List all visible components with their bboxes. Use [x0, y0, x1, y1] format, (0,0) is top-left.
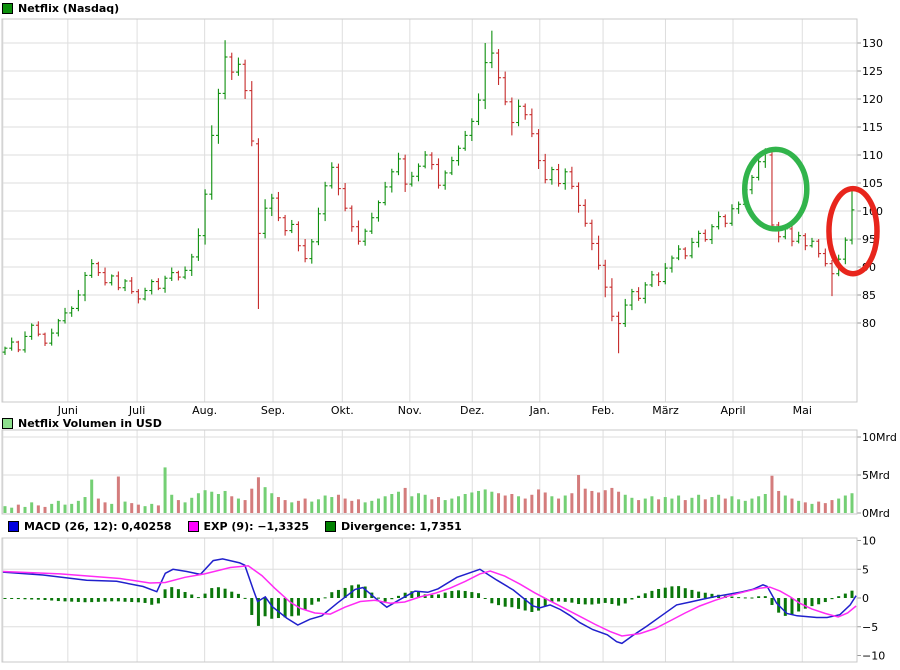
- price-panel-tick-label: 110: [862, 149, 883, 162]
- x-axis-month-labels: Juni Juli Aug. Sep. Okt. Nov. Dez. Jan. Feb. März…: [57, 404, 812, 417]
- price-panel-tick-label: 120: [862, 93, 883, 106]
- macd-legend: MACD (26, 12): 0,40258 EXP (9): −1,3325 …: [8, 520, 478, 533]
- macd-panel-tick-label: −10: [862, 650, 885, 663]
- month-label: Juli: [128, 404, 145, 417]
- chart-stage: 13012512011511010510095908580JuniJuliAug…: [0, 0, 900, 670]
- price-panel-tick-label: 105: [862, 177, 883, 190]
- month-label: Sep.: [261, 404, 285, 417]
- volume-panel-tick-label: 0Mrd: [862, 507, 890, 520]
- volume-panel: 10Mrd 5Mrd 0Mrd: [2, 430, 897, 520]
- macd-panel-tick-label: −5: [862, 621, 878, 634]
- macd-legend-item: MACD (26, 12): 0,40258: [8, 520, 172, 533]
- annotation-red-circle: [829, 189, 877, 274]
- month-label: Feb.: [592, 404, 615, 417]
- macd-series-swatch-icon: [8, 521, 19, 532]
- exp-value-label: EXP (9): −1,3325: [204, 520, 310, 533]
- volume-panel-y-axis: 10Mrd 5Mrd 0Mrd: [857, 431, 897, 520]
- month-label: Okt.: [331, 404, 354, 417]
- price-series-swatch-icon: [2, 3, 13, 14]
- macd-value-label: MACD (26, 12): 0,40258: [24, 520, 172, 533]
- price-panel-grid: [2, 19, 857, 402]
- month-label: Nov.: [398, 404, 422, 417]
- macd-panel: 10 5 0 −5 −10: [2, 535, 885, 663]
- volume-panel-grid: [2, 430, 857, 514]
- price-panel-tick-label: 125: [862, 65, 883, 78]
- divergence-series-swatch-icon: [325, 521, 336, 532]
- exp-series-swatch-icon: [188, 521, 199, 532]
- month-label: April: [720, 404, 745, 417]
- chart-svg: 13012512011511010510095908580JuniJuliAug…: [0, 0, 900, 670]
- divergence-legend-item: Divergence: 1,7351: [325, 520, 462, 533]
- volume-panel-tick-label: 10Mrd: [862, 431, 897, 444]
- macd-panel-y-axis: 10 5 0 −5 −10: [857, 535, 885, 663]
- chart-title: Netflix (Nasdaq): [18, 2, 119, 15]
- macd-panel-tick-label: 5: [862, 563, 869, 576]
- volume-bars-series: [4, 467, 854, 513]
- volume-legend-label: Netflix Volumen in USD: [18, 417, 162, 430]
- exp-legend-item: EXP (9): −1,3325: [188, 520, 310, 533]
- annotation-green-circle: [745, 149, 807, 229]
- month-label: März: [652, 404, 679, 417]
- price-panel-tick-label: 85: [862, 289, 876, 302]
- month-label: Juni: [57, 404, 78, 417]
- price-panel-tick-label: 130: [862, 37, 883, 50]
- volume-legend: Netflix Volumen in USD: [2, 417, 162, 430]
- month-label: Mai: [793, 404, 812, 417]
- volume-panel-tick-label: 5Mrd: [862, 469, 890, 482]
- month-label: Dez.: [460, 404, 485, 417]
- divergence-value-label: Divergence: 1,7351: [341, 520, 462, 533]
- macd-panel-tick-label: 10: [862, 535, 876, 548]
- volume-series-swatch-icon: [2, 418, 13, 429]
- price-panel-tick-label: 115: [862, 121, 883, 134]
- price-panel-y-axis: 13012512011511010510095908580: [857, 37, 883, 330]
- price-legend: Netflix (Nasdaq): [2, 2, 119, 15]
- divergence-histogram: [4, 585, 854, 626]
- month-label: Aug.: [192, 404, 217, 417]
- month-label: Jan.: [529, 404, 550, 417]
- price-panel-tick-label: 80: [862, 317, 876, 330]
- price-bars-series: [3, 31, 855, 355]
- macd-panel-tick-label: 0: [862, 592, 869, 605]
